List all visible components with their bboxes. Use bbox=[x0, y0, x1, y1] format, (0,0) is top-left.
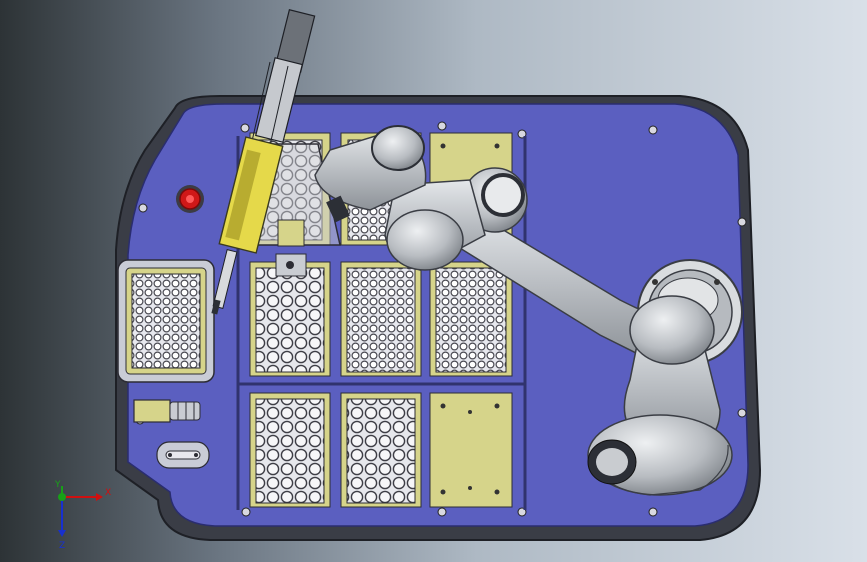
slot-b2[interactable] bbox=[340, 261, 422, 377]
z-axis-label: Z bbox=[59, 541, 65, 551]
x-axis-label: X bbox=[105, 488, 111, 498]
slot-b3[interactable] bbox=[429, 261, 513, 377]
slot-b1[interactable] bbox=[249, 261, 331, 377]
cad-viewport[interactable]: X Y Z bbox=[0, 0, 867, 562]
emergency-stop-button[interactable] bbox=[176, 185, 204, 213]
cad-scene[interactable]: X Y Z bbox=[0, 0, 867, 562]
connector-block bbox=[133, 399, 201, 423]
slot-c2[interactable] bbox=[340, 392, 422, 508]
shoulder-joint bbox=[587, 414, 733, 496]
slot-c3[interactable] bbox=[429, 392, 513, 508]
cable-slot bbox=[156, 441, 210, 469]
slot-c1[interactable] bbox=[249, 392, 331, 508]
elbow-joint bbox=[629, 295, 715, 365]
axis-triad: X Y Z bbox=[54, 480, 111, 551]
tip-rack-left[interactable] bbox=[117, 259, 215, 383]
y-axis-label: Y bbox=[54, 480, 61, 490]
